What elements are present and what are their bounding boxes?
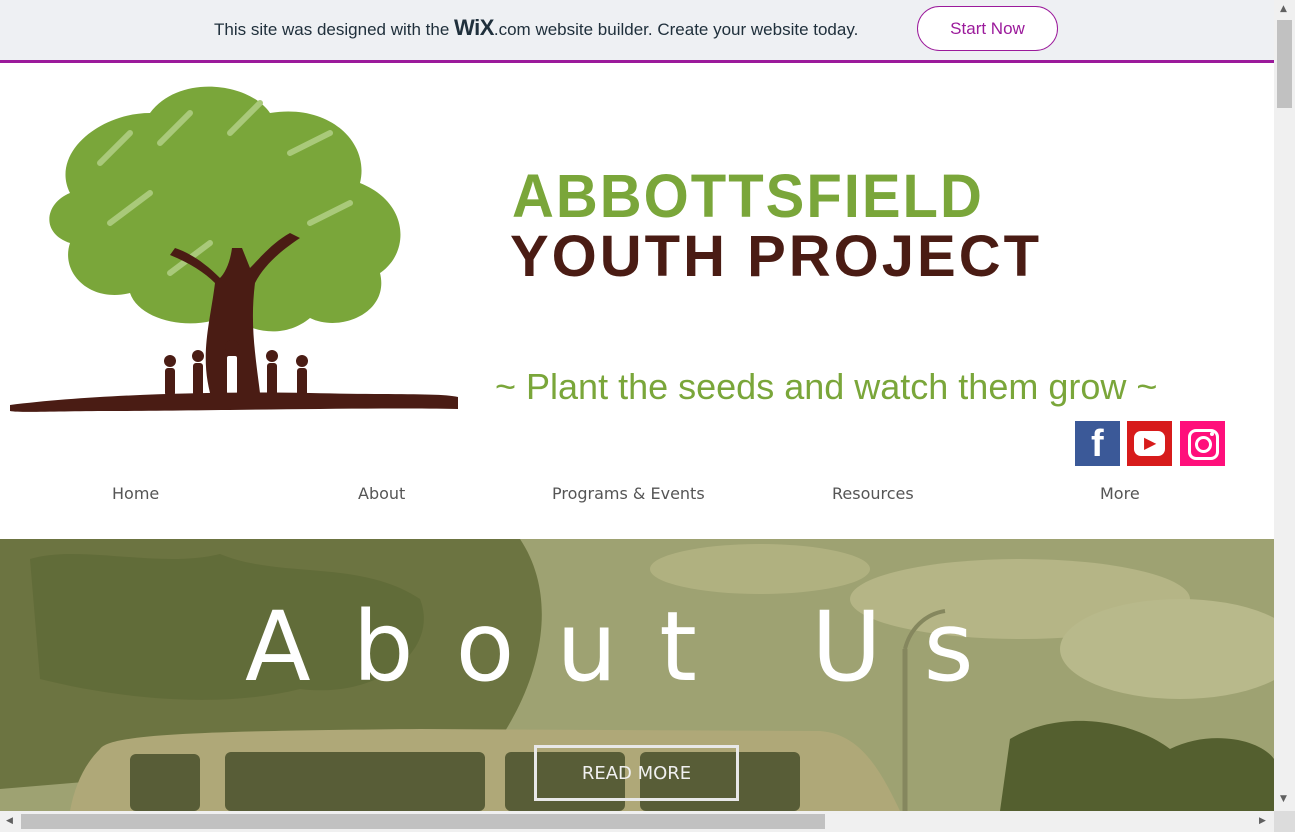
youtube-icon[interactable]: ▶: [1127, 421, 1172, 466]
wix-promo-banner: This site was designed with the WiX.com …: [0, 0, 1274, 63]
wix-logo-suffix: .com: [493, 20, 531, 39]
wix-banner-text-after: website builder. Create your website tod…: [530, 20, 859, 39]
scroll-down-icon[interactable]: ▼: [1280, 794, 1287, 804]
vertical-scroll-thumb[interactable]: [1277, 20, 1292, 108]
wix-logo-text: WiX: [454, 15, 494, 40]
nav-item-programs-events[interactable]: Programs & Events: [552, 484, 705, 503]
horizontal-scroll-thumb[interactable]: [21, 814, 825, 829]
facebook-icon[interactable]: f: [1075, 421, 1120, 466]
nav-item-more[interactable]: More: [1100, 484, 1140, 503]
youtube-glyph: ▶: [1144, 433, 1157, 452]
scroll-up-icon[interactable]: ▲: [1280, 4, 1287, 14]
read-more-button[interactable]: READ MORE: [534, 745, 739, 801]
main-navigation: Home About Programs & Events Resources M…: [0, 476, 1274, 516]
wix-banner-text: This site was designed with the WiX.com …: [214, 15, 858, 41]
nav-item-about[interactable]: About: [358, 484, 405, 503]
brand-name-line2: YOUTH PROJECT: [510, 224, 1043, 289]
nav-item-resources[interactable]: Resources: [832, 484, 914, 503]
facebook-glyph: f: [1091, 423, 1104, 465]
brand-name-line1: ABBOTTSFIELD: [512, 162, 984, 231]
hero-section: About Us READ MORE: [0, 539, 1274, 811]
start-now-button[interactable]: Start Now: [917, 6, 1058, 51]
vertical-scrollbar[interactable]: ▲ ▼: [1274, 0, 1295, 811]
brand-tagline: ~ Plant the seeds and watch them grow ~: [495, 366, 1158, 407]
instagram-icon[interactable]: ◎: [1180, 421, 1225, 466]
nav-item-home[interactable]: Home: [112, 484, 159, 503]
scroll-left-icon[interactable]: ◀: [6, 816, 13, 826]
wix-banner-text-before: This site was designed with the: [214, 20, 455, 39]
scroll-right-icon[interactable]: ▶: [1259, 816, 1266, 826]
wix-logo: WiX: [454, 15, 494, 40]
scrollbar-corner: [1274, 811, 1295, 832]
site-header: ABBOTTSFIELD YOUTH PROJECT ~ Plant the s…: [0, 63, 1274, 539]
hero-title: About Us: [245, 591, 1016, 703]
tree-logo-icon[interactable]: [10, 73, 470, 433]
horizontal-scrollbar[interactable]: ◀ ▶: [0, 811, 1274, 832]
